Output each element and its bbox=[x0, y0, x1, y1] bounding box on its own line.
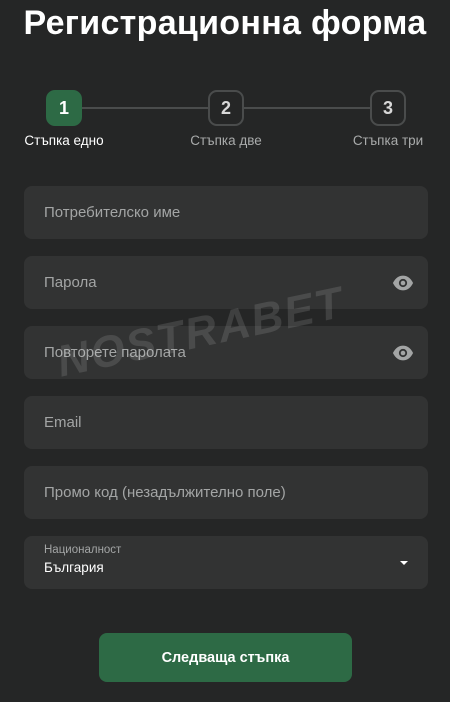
next-step-button[interactable]: Следваща стъпка bbox=[99, 633, 352, 682]
password-repeat-field[interactable]: Повторете паролата bbox=[24, 326, 428, 379]
step-1-label: Стъпка едно bbox=[24, 133, 104, 148]
password-field[interactable]: Парола bbox=[24, 256, 428, 309]
caret-down-icon bbox=[400, 561, 408, 565]
password-placeholder: Парола bbox=[44, 274, 97, 291]
nationality-label: Националност bbox=[44, 544, 122, 556]
nationality-select[interactable]: Националност България bbox=[24, 536, 428, 589]
promo-code-placeholder: Промо код (незадължително поле) bbox=[44, 484, 286, 501]
step-connector bbox=[244, 107, 370, 109]
username-field[interactable]: Потребителско име bbox=[24, 186, 428, 239]
password-repeat-placeholder: Повторете паролата bbox=[44, 344, 186, 361]
step-2-label: Стъпка две bbox=[190, 133, 262, 148]
email-field[interactable]: Email bbox=[24, 396, 428, 449]
step-3-indicator: 3 bbox=[370, 90, 406, 126]
username-placeholder: Потребителско име bbox=[44, 204, 181, 221]
step-3-label: Стъпка три bbox=[352, 133, 424, 148]
step-1-indicator: 1 bbox=[46, 90, 82, 126]
registration-page: Регистрационна форма 1 2 3 Стъпка едно С… bbox=[0, 0, 450, 702]
email-placeholder: Email bbox=[44, 414, 82, 431]
eye-icon[interactable] bbox=[392, 272, 414, 294]
step-connector bbox=[82, 107, 208, 109]
step-2-indicator: 2 bbox=[208, 90, 244, 126]
page-title: Регистрационна форма bbox=[23, 4, 427, 42]
nationality-value: България bbox=[44, 560, 104, 575]
promo-code-field[interactable]: Промо код (незадължително поле) bbox=[24, 466, 428, 519]
stepper: 1 2 3 Стъпка едно Стъпка две Стъпка три bbox=[0, 90, 450, 150]
eye-icon[interactable] bbox=[392, 342, 414, 364]
